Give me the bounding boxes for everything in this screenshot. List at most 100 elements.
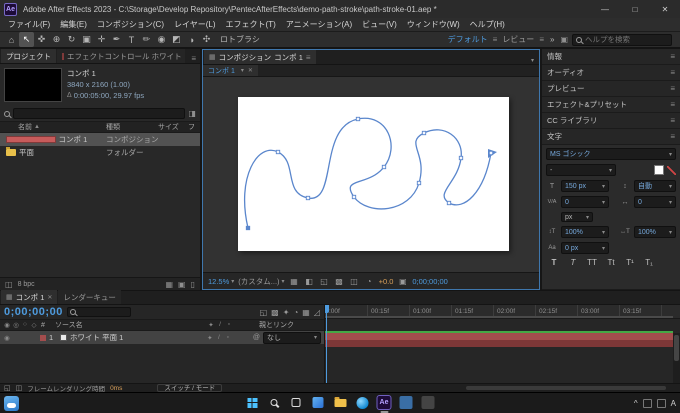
rotobrush-tool[interactable]: ◑ — [184, 32, 199, 47]
tab-effect-controls[interactable]: エフェクトコントロール ホワイト — [57, 49, 185, 63]
column-type[interactable]: 種類 — [106, 122, 158, 132]
new-folder-icon[interactable]: ▦ — [165, 280, 173, 289]
layer-switch-icon-3[interactable]: ▫ — [224, 334, 232, 342]
pickwhip-icon[interactable]: @ — [253, 334, 260, 341]
puppet-tool[interactable]: ✣ — [199, 32, 214, 47]
new-composition-icon[interactable]: ▣ — [178, 280, 186, 289]
eraser-tool[interactable]: ◩ — [169, 32, 184, 47]
frame-blend-icon[interactable]: ◔ — [293, 308, 298, 317]
workspace-layout-icon[interactable]: ▣ — [560, 35, 568, 44]
cti-handle[interactable] — [325, 305, 329, 313]
file-explorer-button[interactable] — [332, 394, 349, 411]
info-panel-menu-icon[interactable]: ≡ — [670, 52, 675, 61]
menu-view[interactable]: ビュー(V) — [357, 19, 402, 30]
timeline-graph-area[interactable]: :00f 00:15f 01:00f 01:15f 02:00f 02:15f … — [325, 305, 680, 383]
magnification-control[interactable]: 12.5% ▾ — [208, 277, 234, 286]
parent-select[interactable]: なし▾ — [263, 332, 321, 344]
project-search-input[interactable] — [17, 109, 181, 118]
taskbar-app-button-1[interactable] — [398, 394, 415, 411]
kerning-field[interactable]: 0▾ — [561, 196, 609, 208]
hand-tool[interactable]: ✜ — [34, 32, 49, 47]
exposure-value[interactable]: +0.0 — [379, 277, 394, 286]
composition-canvas[interactable] — [238, 97, 509, 251]
tab-project[interactable]: プロジェクト — [1, 49, 56, 63]
viewer-tab-caret-icon[interactable]: ▾ — [241, 67, 244, 74]
current-time-indicator[interactable] — [326, 305, 327, 383]
layer-eye-icon[interactable]: ◉ — [3, 334, 11, 342]
menu-effect[interactable]: エフェクト(T) — [221, 19, 281, 30]
project-bit-depth[interactable]: 8 bpc — [18, 281, 35, 288]
minimize-button[interactable]: — — [590, 0, 620, 18]
orbit-tool[interactable]: ↻ — [64, 32, 79, 47]
volume-icon[interactable] — [657, 399, 666, 408]
effects-panel-menu-icon[interactable]: ≡ — [670, 100, 675, 109]
task-view-button[interactable] — [288, 394, 305, 411]
type-tool[interactable]: T — [124, 32, 139, 47]
tab-composition[interactable]: ▦ コンポジション コンポ 1 ≡ — [204, 50, 316, 64]
interpret-footage-icon[interactable]: ◫ — [5, 280, 13, 289]
brush-tool[interactable]: ✏ — [139, 32, 154, 47]
ime-indicator[interactable]: A — [671, 399, 676, 408]
taskbar-app-button-2[interactable] — [420, 394, 437, 411]
column-name[interactable]: 名前▲ — [0, 122, 106, 132]
time-ruler[interactable]: :00f 00:15f 01:00f 01:15f 02:00f 02:15f … — [325, 305, 680, 319]
audio-panel-menu-icon[interactable]: ≡ — [670, 68, 675, 77]
tracking-field[interactable]: 0▾ — [634, 196, 676, 208]
hide-shy-icon[interactable]: ✦ — [283, 308, 290, 317]
faux-bold-button[interactable]: T — [546, 258, 562, 270]
font-style-select[interactable]: -▾ — [546, 164, 616, 176]
viewer-timecode[interactable]: 0;00;00;00 — [412, 277, 447, 286]
unit-select[interactable]: px▾ — [561, 212, 593, 222]
tray-chevron-up-icon[interactable]: ^ — [634, 399, 638, 408]
solo-column-icon[interactable]: ○ — [21, 321, 29, 329]
layer-switch-icon-2[interactable]: / — [215, 334, 223, 342]
taskbar-search-button[interactable] — [266, 394, 283, 411]
menu-layer[interactable]: レイヤー(L) — [169, 19, 221, 30]
faux-italic-button[interactable]: T — [565, 258, 581, 270]
parent-link-column[interactable]: 親とリンク — [259, 320, 321, 330]
draft-3d-icon[interactable]: ▩ — [271, 308, 279, 317]
layer-duration-bar[interactable] — [325, 333, 673, 340]
menu-file[interactable]: ファイル(F) — [3, 19, 55, 30]
eye-column-icon[interactable]: ◉ — [3, 321, 11, 329]
project-panel-menu-icon[interactable]: ≡ — [191, 54, 200, 63]
menu-edit[interactable]: 編集(E) — [55, 19, 92, 30]
panel-character[interactable]: 文字≡ — [542, 129, 680, 145]
composition-panel-menu-icon[interactable]: ≡ — [306, 53, 311, 62]
mask-path-svg[interactable] — [238, 97, 509, 251]
weather-widget-icon[interactable] — [4, 396, 19, 411]
timeline-vertical-scrollbar[interactable] — [673, 333, 680, 383]
clone-stamp-tool[interactable]: ◉ — [154, 32, 169, 47]
panel-effects-presets[interactable]: エフェクト&プリセット≡ — [542, 97, 680, 113]
lock-column-icon[interactable]: ◇ — [30, 321, 38, 329]
widgets-button[interactable] — [310, 394, 327, 411]
camera-tool[interactable]: ▣ — [79, 32, 94, 47]
menu-composition[interactable]: コンポジション(C) — [92, 19, 169, 30]
graph-editor-icon[interactable]: ◿ — [314, 308, 320, 317]
home-icon[interactable]: ⌂ — [4, 32, 19, 47]
edge-button[interactable] — [354, 394, 371, 411]
workspace-overflow-icon[interactable]: » — [550, 35, 554, 44]
libraries-panel-menu-icon[interactable]: ≡ — [670, 116, 675, 125]
comp-mini-flowchart-icon[interactable]: ◱ — [260, 308, 268, 317]
resolution-control[interactable]: (カスタム...) ▾ — [238, 276, 284, 287]
workspace-tab-default[interactable]: デフォルト — [443, 34, 493, 45]
column-extra[interactable]: フ — [188, 122, 200, 132]
layer-name[interactable]: ホワイト 平面 1 — [70, 332, 203, 343]
current-time-field[interactable]: 0;00;00;00 — [4, 306, 63, 318]
superscript-button[interactable]: T¹ — [622, 258, 638, 270]
tab-overflow-icon[interactable]: ▾ — [531, 57, 539, 64]
preview-panel-menu-icon[interactable]: ≡ — [670, 84, 675, 93]
workspace-review-menu-icon[interactable]: ≡ — [539, 35, 544, 44]
project-filter-icon[interactable]: ◨ — [188, 109, 196, 118]
font-size-field[interactable]: 150 px▾ — [561, 180, 609, 192]
source-name-column[interactable]: ソース名 — [55, 320, 205, 330]
timeline-tab-close-icon[interactable]: ✕ — [47, 294, 52, 301]
start-button[interactable] — [244, 394, 261, 411]
panel-audio[interactable]: オーディオ≡ — [542, 65, 680, 81]
expand-in-out-icon[interactable]: ◫ — [16, 384, 23, 392]
audio-column-icon[interactable]: ◎ — [12, 321, 20, 329]
character-panel-menu-icon[interactable]: ≡ — [670, 132, 675, 141]
baseline-shift-field[interactable]: 0 px▾ — [561, 242, 609, 254]
menu-window[interactable]: ウィンドウ(W) — [402, 19, 465, 30]
